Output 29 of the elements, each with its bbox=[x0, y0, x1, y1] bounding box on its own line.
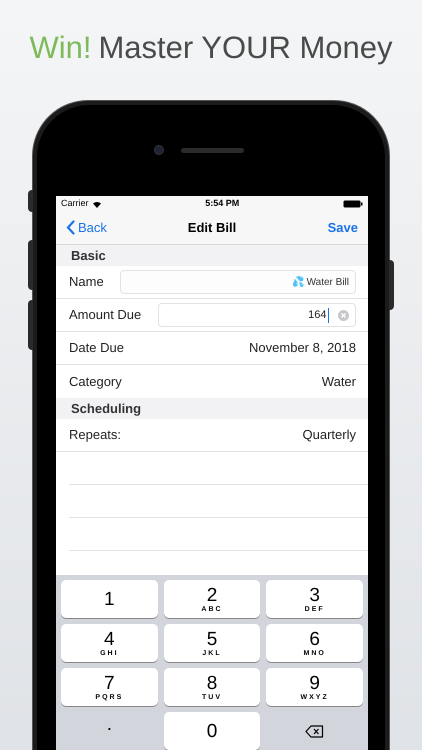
keypad-key[interactable]: 1 bbox=[61, 580, 158, 618]
chevron-left-icon bbox=[66, 220, 75, 235]
status-time: 5:54 PM bbox=[205, 196, 240, 210]
row-label: Amount Due bbox=[69, 306, 142, 324]
nav-title: Edit Bill bbox=[188, 218, 236, 237]
backspace-icon bbox=[305, 724, 324, 738]
carrier-label: Carrier bbox=[61, 196, 89, 210]
back-button[interactable]: Back bbox=[66, 218, 107, 238]
section-title: Scheduling bbox=[71, 400, 142, 418]
row-value: Quarterly bbox=[302, 426, 356, 444]
keypad-key[interactable]: 0 bbox=[164, 712, 260, 750]
row-label: Repeats: bbox=[69, 426, 122, 444]
row-label: Name bbox=[69, 273, 104, 292]
headline: Master YOUR Money bbox=[98, 28, 392, 67]
input-field[interactable]: 💦 Water Bill bbox=[120, 270, 356, 294]
row-label: Category bbox=[69, 372, 122, 391]
clear-icon[interactable] bbox=[338, 310, 349, 320]
speaker-grille bbox=[181, 148, 244, 153]
save-button[interactable]: Save bbox=[328, 218, 358, 238]
input-field[interactable]: 164 bbox=[158, 303, 356, 327]
keypad-key[interactable]: . bbox=[61, 712, 158, 750]
camera-icon bbox=[154, 145, 164, 155]
wifi-icon bbox=[92, 200, 102, 208]
battery-icon bbox=[343, 200, 363, 208]
row-value: Water bbox=[322, 372, 356, 391]
row-label: Date Due bbox=[69, 339, 124, 358]
row-value: November 8, 2018 bbox=[249, 339, 356, 358]
headline-accent: Win! bbox=[29, 28, 92, 67]
section-title: Basic bbox=[71, 246, 106, 265]
